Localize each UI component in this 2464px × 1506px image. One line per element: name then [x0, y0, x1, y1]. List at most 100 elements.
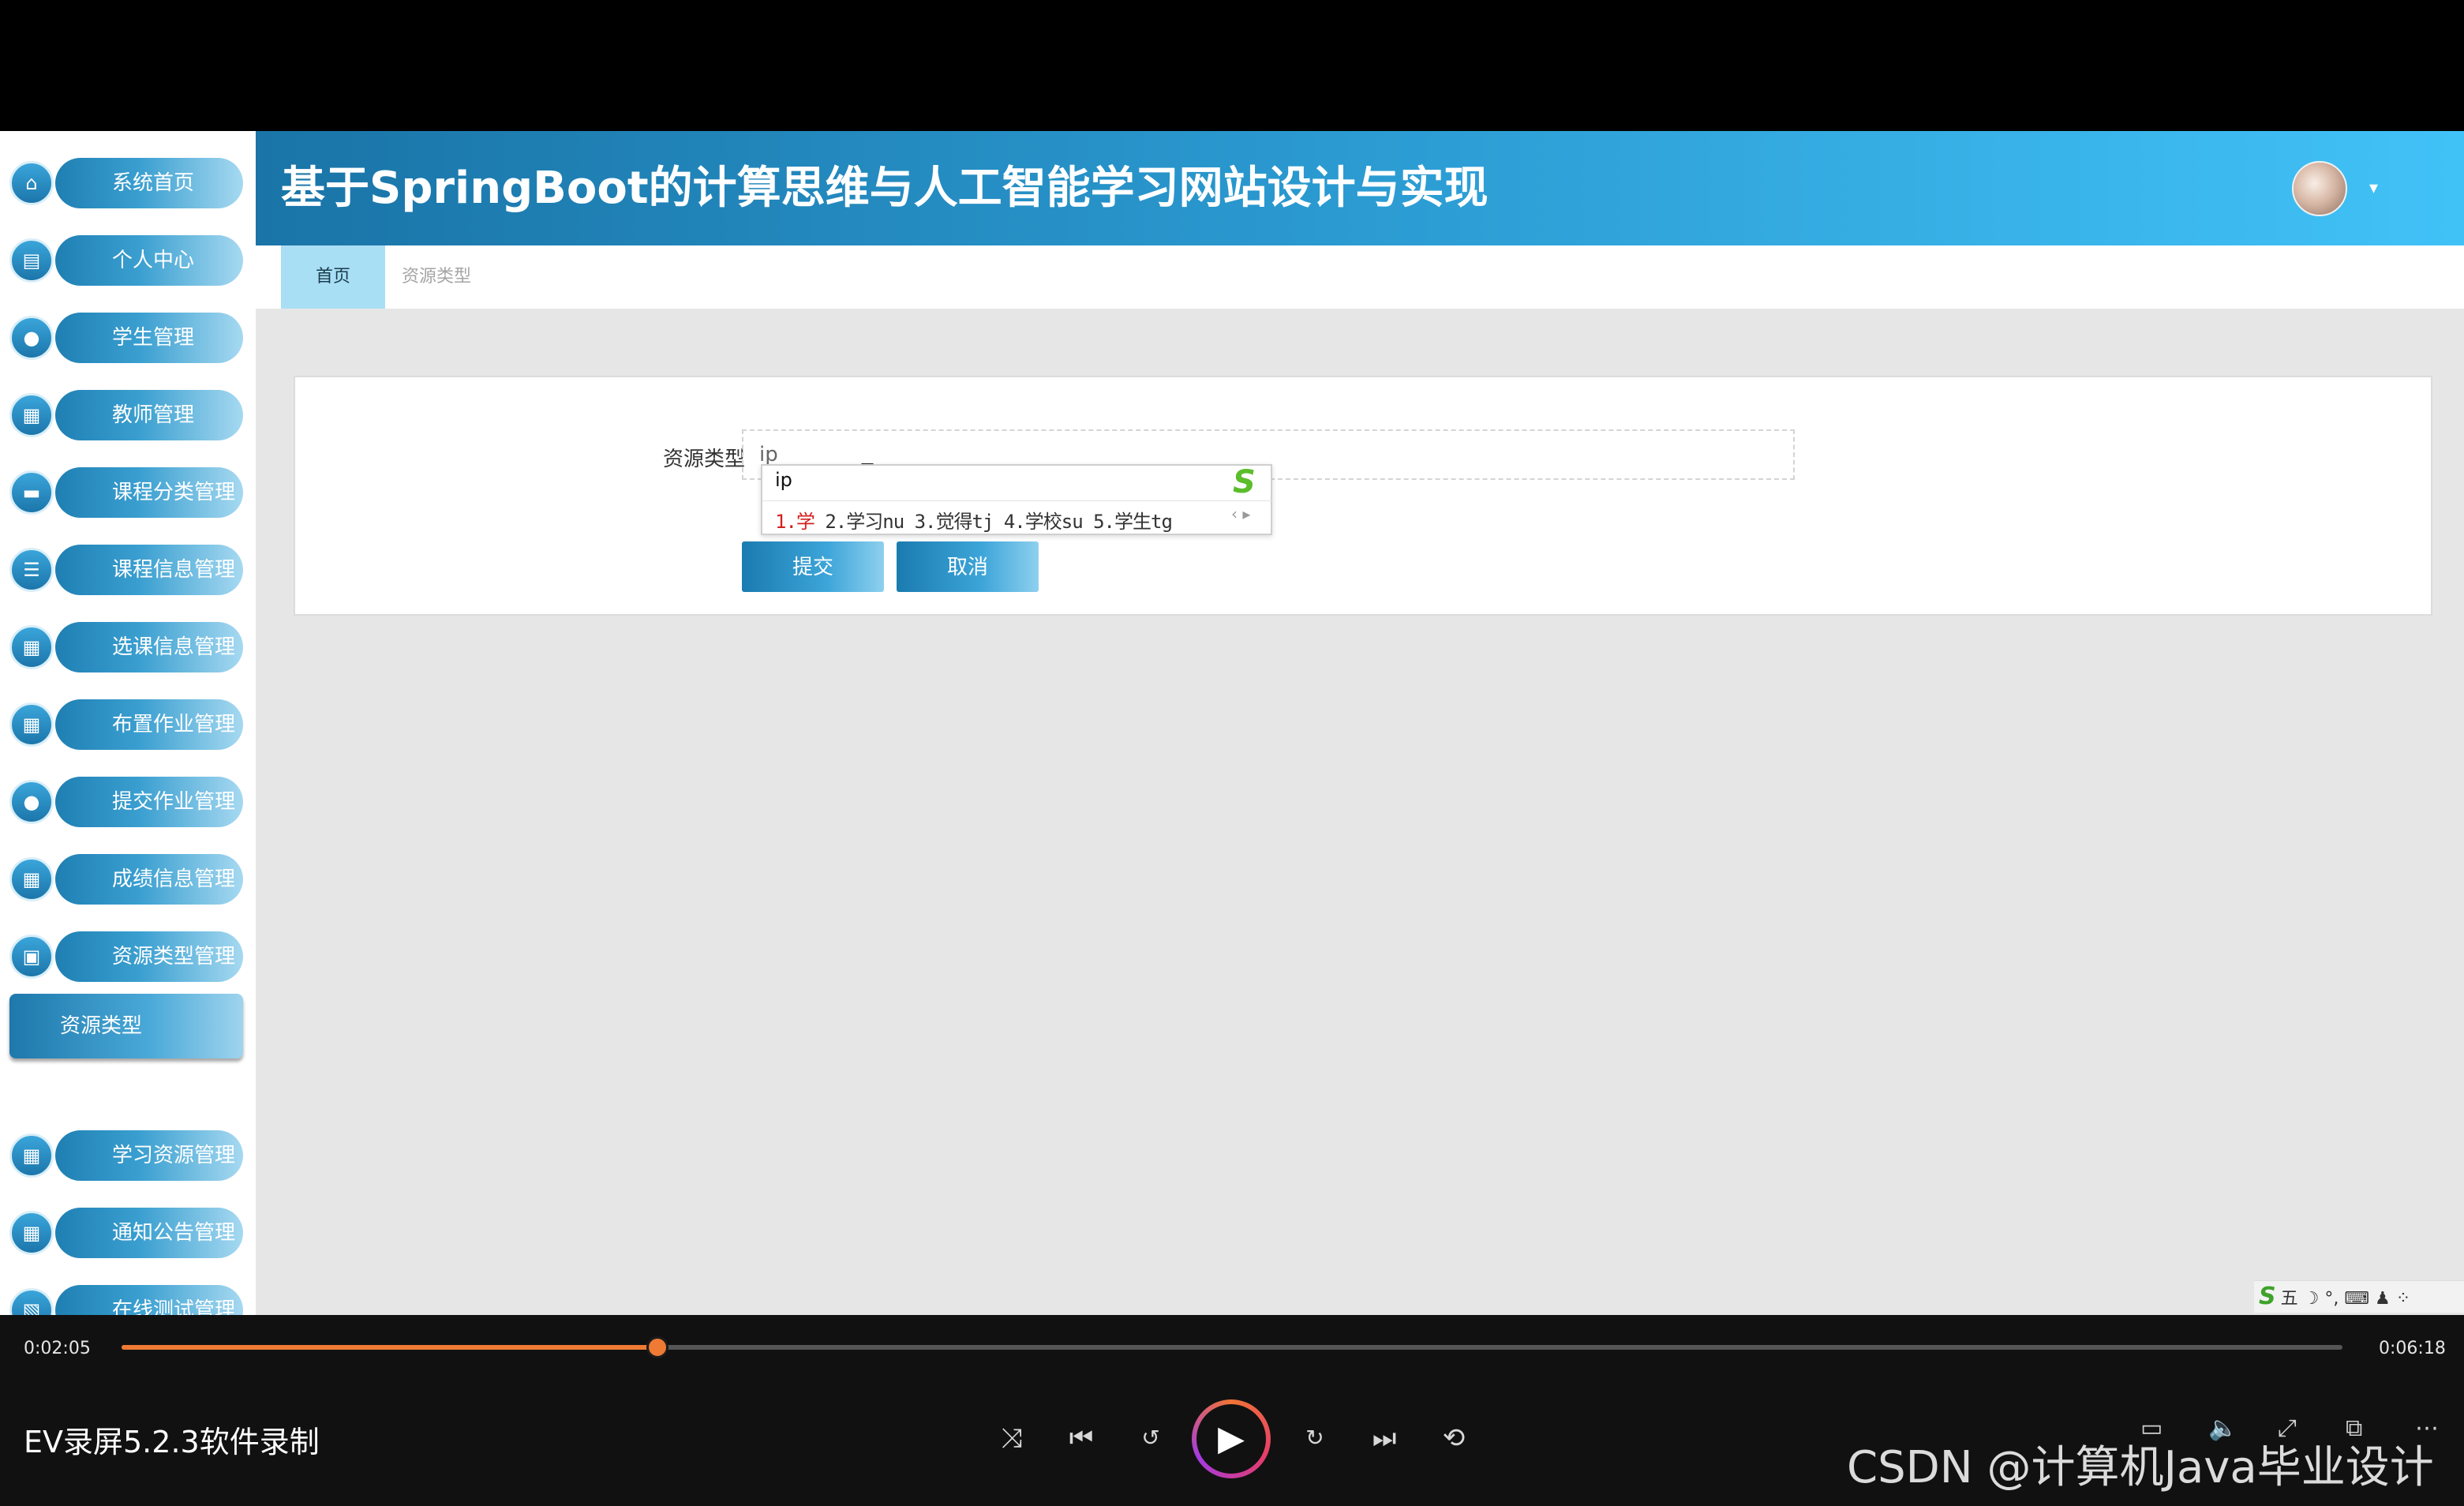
sidebar-subitem-resource-type[interactable]: 资源类型 — [9, 994, 243, 1058]
next-icon[interactable]: ⏭ — [1361, 1414, 1408, 1462]
tab-home[interactable]: 首页 — [281, 245, 385, 309]
avatar[interactable] — [2292, 161, 2347, 216]
sidebar-item-13[interactable]: 通知公告管理 ▦ — [9, 1208, 243, 1258]
play-icon: ▶ — [1196, 1404, 1266, 1474]
sidebar-item-pill: 课程信息管理 — [55, 545, 243, 595]
ime-candidates[interactable]: 1.学 2.学习nu 3.觉得tj 4.学校su 5.学生tg — [775, 506, 1173, 534]
forward-30-icon[interactable]: ↻ — [1291, 1414, 1339, 1462]
ime-first-candidate[interactable]: 1.学 — [775, 511, 815, 533]
sidebar-item-4[interactable]: 教师管理 ▦ — [9, 390, 243, 440]
ime-toolbar-icons[interactable]: 五 ☽ °, ⌨ ♟ ⁘ — [2281, 1289, 2411, 1309]
sidebar-item-pill: 布置作业管理 — [55, 699, 243, 750]
home-icon: ⌂ — [9, 161, 54, 205]
recorder-brand: EV录屏5.2.3软件录制 — [24, 1425, 320, 1459]
sidebar-item-label: 布置作业管理 — [112, 713, 236, 736]
sidebar-item-label: 资源类型管理 — [112, 945, 236, 968]
current-time: 0:02:05 — [24, 1339, 91, 1358]
sidebar-item-label: 提交作业管理 — [112, 790, 236, 814]
sidebar-item-7[interactable]: 选课信息管理 ▦ — [9, 622, 243, 672]
sidebar-item-14[interactable]: 在线测试管理 ▧ — [9, 1285, 243, 1315]
sidebar-item-12[interactable]: 学习资源管理 ▦ — [9, 1130, 243, 1181]
progress-track[interactable] — [122, 1336, 2342, 1358]
sidebar-item-pill: 资源类型管理 — [55, 931, 243, 982]
sidebar-item-label: 学习资源管理 — [112, 1144, 236, 1167]
sidebar-item-pill: 通知公告管理 — [55, 1208, 243, 1258]
table-icon: ▦ — [9, 1211, 54, 1255]
tab-resource-type[interactable]: 资源类型 — [385, 245, 488, 309]
sidebar-item-5[interactable]: 课程分类管理 ▬ — [9, 467, 243, 518]
grid-icon: ▦ — [9, 702, 54, 747]
total-time: 0:06:18 — [2379, 1339, 2446, 1358]
sidebar-item-1[interactable]: 系统首页 ⌂ — [9, 158, 243, 208]
previous-icon[interactable]: ⏮ — [1058, 1414, 1105, 1462]
progress-fill — [122, 1345, 658, 1350]
list-icon: ☰ — [9, 548, 54, 592]
page-title: 基于SpringBoot的计算思维与人工智能学习网站设计与实现 — [281, 163, 1489, 214]
resource-type-label: 资源类型 — [662, 448, 745, 471]
sidebar-item-6[interactable]: 课程信息管理 ☰ — [9, 545, 243, 595]
grid-icon: ▦ — [9, 625, 54, 669]
csdn-watermark: CSDN @计算机Java毕业设计 — [1847, 1442, 2434, 1493]
tab-home-label: 首页 — [315, 267, 350, 287]
submit-button[interactable]: 提交 — [742, 541, 884, 592]
rewind-10-icon[interactable]: ↺ — [1127, 1414, 1174, 1462]
sidebar-item-label: 选课信息管理 — [112, 635, 236, 659]
sidebar-item-pill: 提交作业管理 — [55, 777, 243, 827]
caret-down-icon[interactable]: ▾ — [2369, 178, 2378, 198]
sidebar-item-pill: 在线测试管理 — [55, 1285, 243, 1315]
sidebar-item-label: 课程分类管理 — [112, 481, 236, 504]
sidebar: 系统首页 ⌂ 个人中心 ▤ 学生管理 ● 教师管理 ▦ 课程分类管理 ▬ 课程信息管理 ☰ 选课信息管理… — [0, 131, 256, 1315]
repeat-off-icon[interactable]: ⟲ — [1430, 1414, 1477, 1462]
progress-handle[interactable] — [646, 1336, 669, 1358]
sidebar-item-pill: 系统首页 — [55, 158, 243, 208]
sidebar-item-10[interactable]: 成绩信息管理 ▦ — [9, 854, 243, 905]
app-window: 系统首页 ⌂ 个人中心 ▤ 学生管理 ● 教师管理 ▦ 课程分类管理 ▬ 课程信息管理 ☰ 选课信息管理… — [0, 131, 2464, 1315]
ticket-icon: ▬ — [9, 470, 54, 515]
ime-candidate-popup[interactable]: ip S 1.学 2.学习nu 3.觉得tj 4.学校su 5.学生tg ‹ ▸ — [761, 464, 1272, 535]
sidebar-item-pill: 教师管理 — [55, 390, 243, 440]
video-player-bar: 0:02:05 0:06:18 EV录屏5.2.3软件录制 ⤨ ⏮ ↺ ▶ ↻ … — [0, 1315, 2464, 1506]
sidebar-item-pill: 课程分类管理 — [55, 467, 243, 518]
sidebar-item-label: 个人中心 — [112, 249, 195, 272]
ime-composition: ip — [775, 469, 792, 491]
sidebar-item-9[interactable]: 提交作业管理 ● — [9, 777, 243, 827]
header-bar: 基于SpringBoot的计算思维与人工智能学习网站设计与实现 ▾ — [256, 131, 2464, 245]
sidebar-item-label: 教师管理 — [112, 403, 195, 427]
sidebar-item-label: 通知公告管理 — [112, 1221, 236, 1245]
form-card: 资源类型 ip Ｉ ip S 1.学 2.学习nu 3.觉得tj 4.学校su … — [294, 376, 2432, 616]
user-icon: ● — [9, 316, 54, 360]
shuffle-icon[interactable]: ⤨ — [988, 1414, 1035, 1462]
ime-candidate-row: 1.学 2.学习nu 3.觉得tj 4.学校su 5.学生tg ‹ ▸ — [762, 500, 1272, 536]
sidebar-subitem-label: 资源类型 — [60, 1014, 143, 1038]
chart-icon: ▧ — [9, 1288, 54, 1315]
sogou-logo-icon: S — [1233, 464, 1256, 500]
sidebar-item-pill: 学生管理 — [55, 313, 243, 363]
sogou-tray-logo-icon: S — [2259, 1283, 2276, 1310]
cancel-button[interactable]: 取消 — [897, 541, 1039, 592]
play-button[interactable]: ▶ — [1192, 1399, 1271, 1478]
sidebar-item-label: 学生管理 — [112, 326, 195, 350]
tab-resource-type-label: 资源类型 — [401, 267, 471, 287]
sidebar-item-pill: 个人中心 — [55, 235, 243, 286]
top-black-bar — [0, 0, 2464, 131]
tabs-bar — [256, 245, 2464, 309]
sidebar-item-2[interactable]: 个人中心 ▤ — [9, 235, 243, 286]
sidebar-item-label: 系统首页 — [112, 171, 195, 195]
sidebar-item-label: 成绩信息管理 — [112, 867, 236, 891]
sidebar-item-label: 课程信息管理 — [112, 558, 236, 582]
user-icon: ● — [9, 780, 54, 824]
sidebar-item-pill: 选课信息管理 — [55, 622, 243, 672]
grid-icon: ▦ — [9, 1133, 54, 1178]
ime-page-arrows-icon[interactable]: ‹ ▸ — [1231, 504, 1250, 523]
sidebar-item-pill: 成绩信息管理 — [55, 854, 243, 905]
sidebar-item-11[interactable]: 资源类型管理 ▣ — [9, 931, 243, 982]
briefcase-icon: ▣ — [9, 935, 54, 979]
grid-icon: ▦ — [9, 857, 54, 901]
sidebar-item-8[interactable]: 布置作业管理 ▦ — [9, 699, 243, 750]
ime-other-candidates[interactable]: 2.学习nu 3.觉得tj 4.学校su 5.学生tg — [814, 511, 1173, 533]
ime-toolbar[interactable]: S五 ☽ °, ⌨ ♟ ⁘ — [2254, 1280, 2464, 1313]
id-card-icon: ▤ — [9, 238, 54, 283]
sidebar-item-pill: 学习资源管理 — [55, 1130, 243, 1181]
sidebar-item-3[interactable]: 学生管理 ● — [9, 313, 243, 363]
sidebar-item-label: 在线测试管理 — [112, 1298, 236, 1315]
